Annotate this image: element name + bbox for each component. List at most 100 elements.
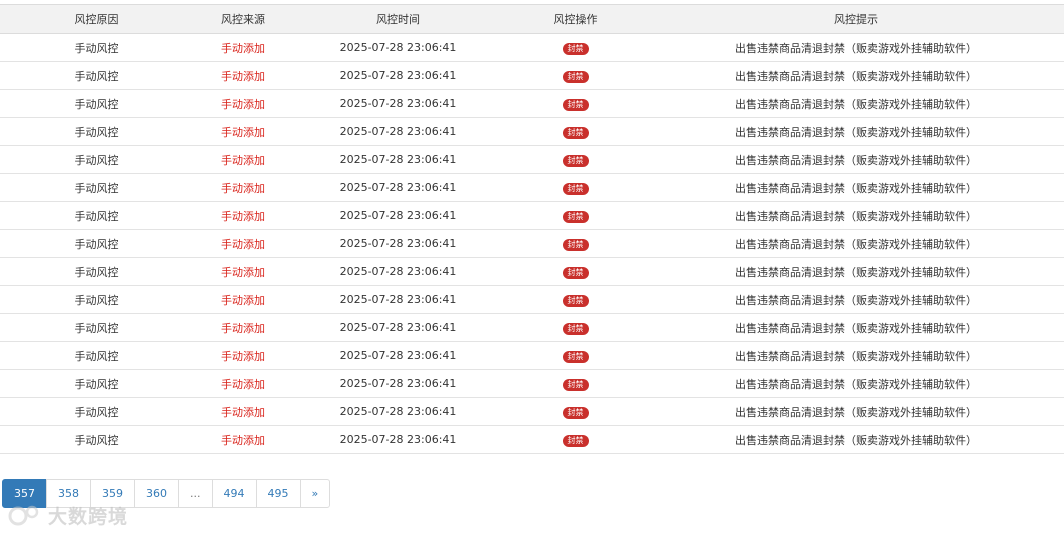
reason-cell: 手动风控 [0,145,193,174]
action-cell: 封禁 [503,117,648,146]
tip-cell: 出售违禁商品清退封禁（贩卖游戏外挂辅助软件） [648,33,1064,62]
source-cell: 手动添加 [193,173,293,202]
source-cell: 手动添加 [193,341,293,370]
ban-badge[interactable]: 封禁 [562,126,589,139]
table-header-row: 风控原因 风控来源 风控时间 风控操作 风控提示 [0,4,1064,34]
action-cell: 封禁 [503,201,648,230]
time-cell: 2025-07-28 23:06:41 [293,425,503,454]
ban-badge[interactable]: 封禁 [562,238,589,251]
time-cell: 2025-07-28 23:06:41 [293,397,503,426]
tip-cell: 出售违禁商品清退封禁（贩卖游戏外挂辅助软件） [648,285,1064,314]
source-cell: 手动添加 [193,117,293,146]
table-row: 手动风控 手动添加 2025-07-28 23:06:41 封禁 出售违禁商品清退封禁（… [0,313,1064,342]
reason-cell: 手动风控 [0,33,193,62]
table-row: 手动风控 手动添加 2025-07-28 23:06:41 封禁 出售违禁商品清退封禁（… [0,425,1064,454]
source-cell: 手动添加 [193,145,293,174]
pagination-page[interactable]: 494 [211,479,257,508]
source-cell: 手动添加 [193,285,293,314]
tip-cell: 出售违禁商品清退封禁（贩卖游戏外挂辅助软件） [648,257,1064,286]
reason-cell: 手动风控 [0,313,193,342]
tip-cell: 出售违禁商品清退封禁（贩卖游戏外挂辅助软件） [648,425,1064,454]
action-cell: 封禁 [503,341,648,370]
reason-cell: 手动风控 [0,425,193,454]
time-cell: 2025-07-28 23:06:41 [293,313,503,342]
source-cell: 手动添加 [193,201,293,230]
ban-badge[interactable]: 封禁 [562,154,589,167]
header-action: 风控操作 [503,4,648,34]
tip-cell: 出售违禁商品清退封禁（贩卖游戏外挂辅助软件） [648,117,1064,146]
header-reason: 风控原因 [0,4,193,34]
source-cell: 手动添加 [193,313,293,342]
ban-badge[interactable]: 封禁 [562,378,589,391]
source-cell: 手动添加 [193,257,293,286]
source-cell: 手动添加 [193,89,293,118]
table-row: 手动风控 手动添加 2025-07-28 23:06:41 封禁 出售违禁商品清退封禁（… [0,117,1064,146]
header-time: 风控时间 [293,4,503,34]
pagination-page[interactable]: 360 [134,479,179,508]
action-cell: 封禁 [503,285,648,314]
action-cell: 封禁 [503,369,648,398]
action-cell: 封禁 [503,397,648,426]
table-body: 手动风控 手动添加 2025-07-28 23:06:41 封禁 出售违禁商品清退封禁（… [0,33,1064,454]
tip-cell: 出售违禁商品清退封禁（贩卖游戏外挂辅助软件） [648,201,1064,230]
risk-control-table: 风控原因 风控来源 风控时间 风控操作 风控提示 手动风控 手动添加 2025-07… [0,4,1064,454]
source-cell: 手动添加 [193,33,293,62]
ban-badge[interactable]: 封禁 [562,266,589,279]
ban-badge[interactable]: 封禁 [562,322,589,335]
reason-cell: 手动风控 [0,257,193,286]
time-cell: 2025-07-28 23:06:41 [293,369,503,398]
ban-badge[interactable]: 封禁 [562,350,589,363]
time-cell: 2025-07-28 23:06:41 [293,229,503,258]
action-cell: 封禁 [503,257,648,286]
ban-badge[interactable]: 封禁 [562,294,589,307]
ban-badge[interactable]: 封禁 [562,182,589,195]
reason-cell: 手动风控 [0,201,193,230]
tip-cell: 出售违禁商品清退封禁（贩卖游戏外挂辅助软件） [648,229,1064,258]
reason-cell: 手动风控 [0,397,193,426]
time-cell: 2025-07-28 23:06:41 [293,201,503,230]
ban-badge[interactable]: 封禁 [562,406,589,419]
header-source: 风控来源 [193,4,293,34]
table-row: 手动风控 手动添加 2025-07-28 23:06:41 封禁 出售违禁商品清退封禁（… [0,369,1064,398]
ban-badge[interactable]: 封禁 [562,98,589,111]
source-cell: 手动添加 [193,61,293,90]
table-row: 手动风控 手动添加 2025-07-28 23:06:41 封禁 出售违禁商品清退封禁（… [0,341,1064,370]
action-cell: 封禁 [503,229,648,258]
ban-badge[interactable]: 封禁 [562,210,589,223]
ban-badge[interactable]: 封禁 [562,434,589,447]
time-cell: 2025-07-28 23:06:41 [293,257,503,286]
time-cell: 2025-07-28 23:06:41 [293,285,503,314]
reason-cell: 手动风控 [0,229,193,258]
table-row: 手动风控 手动添加 2025-07-28 23:06:41 封禁 出售违禁商品清退封禁（… [0,229,1064,258]
table-row: 手动风控 手动添加 2025-07-28 23:06:41 封禁 出售违禁商品清退封禁（… [0,201,1064,230]
table-row: 手动风控 手动添加 2025-07-28 23:06:41 封禁 出售违禁商品清退封禁（… [0,173,1064,202]
time-cell: 2025-07-28 23:06:41 [293,117,503,146]
pagination-ellipsis: ... [178,479,213,508]
tip-cell: 出售违禁商品清退封禁（贩卖游戏外挂辅助软件） [648,369,1064,398]
table-row: 手动风控 手动添加 2025-07-28 23:06:41 封禁 出售违禁商品清退封禁（… [0,145,1064,174]
action-cell: 封禁 [503,313,648,342]
source-cell: 手动添加 [193,369,293,398]
reason-cell: 手动风控 [0,117,193,146]
table-row: 手动风控 手动添加 2025-07-28 23:06:41 封禁 出售违禁商品清退封禁（… [0,61,1064,90]
source-cell: 手动添加 [193,425,293,454]
reason-cell: 手动风控 [0,369,193,398]
ban-badge[interactable]: 封禁 [562,42,589,55]
pagination-page[interactable]: 495 [255,479,301,508]
tip-cell: 出售违禁商品清退封禁（贩卖游戏外挂辅助软件） [648,89,1064,118]
tip-cell: 出售违禁商品清退封禁（贩卖游戏外挂辅助软件） [648,397,1064,426]
ban-badge[interactable]: 封禁 [562,70,589,83]
table-row: 手动风控 手动添加 2025-07-28 23:06:41 封禁 出售违禁商品清退封禁（… [0,397,1064,426]
header-tip: 风控提示 [648,4,1064,34]
action-cell: 封禁 [503,173,648,202]
watermark-logo-icon [8,505,39,525]
reason-cell: 手动风控 [0,341,193,370]
action-cell: 封禁 [503,425,648,454]
pagination-next[interactable]: » [299,479,331,508]
action-cell: 封禁 [503,89,648,118]
time-cell: 2025-07-28 23:06:41 [293,89,503,118]
reason-cell: 手动风控 [0,285,193,314]
time-cell: 2025-07-28 23:06:41 [293,145,503,174]
tip-cell: 出售违禁商品清退封禁（贩卖游戏外挂辅助软件） [648,173,1064,202]
reason-cell: 手动风控 [0,61,193,90]
